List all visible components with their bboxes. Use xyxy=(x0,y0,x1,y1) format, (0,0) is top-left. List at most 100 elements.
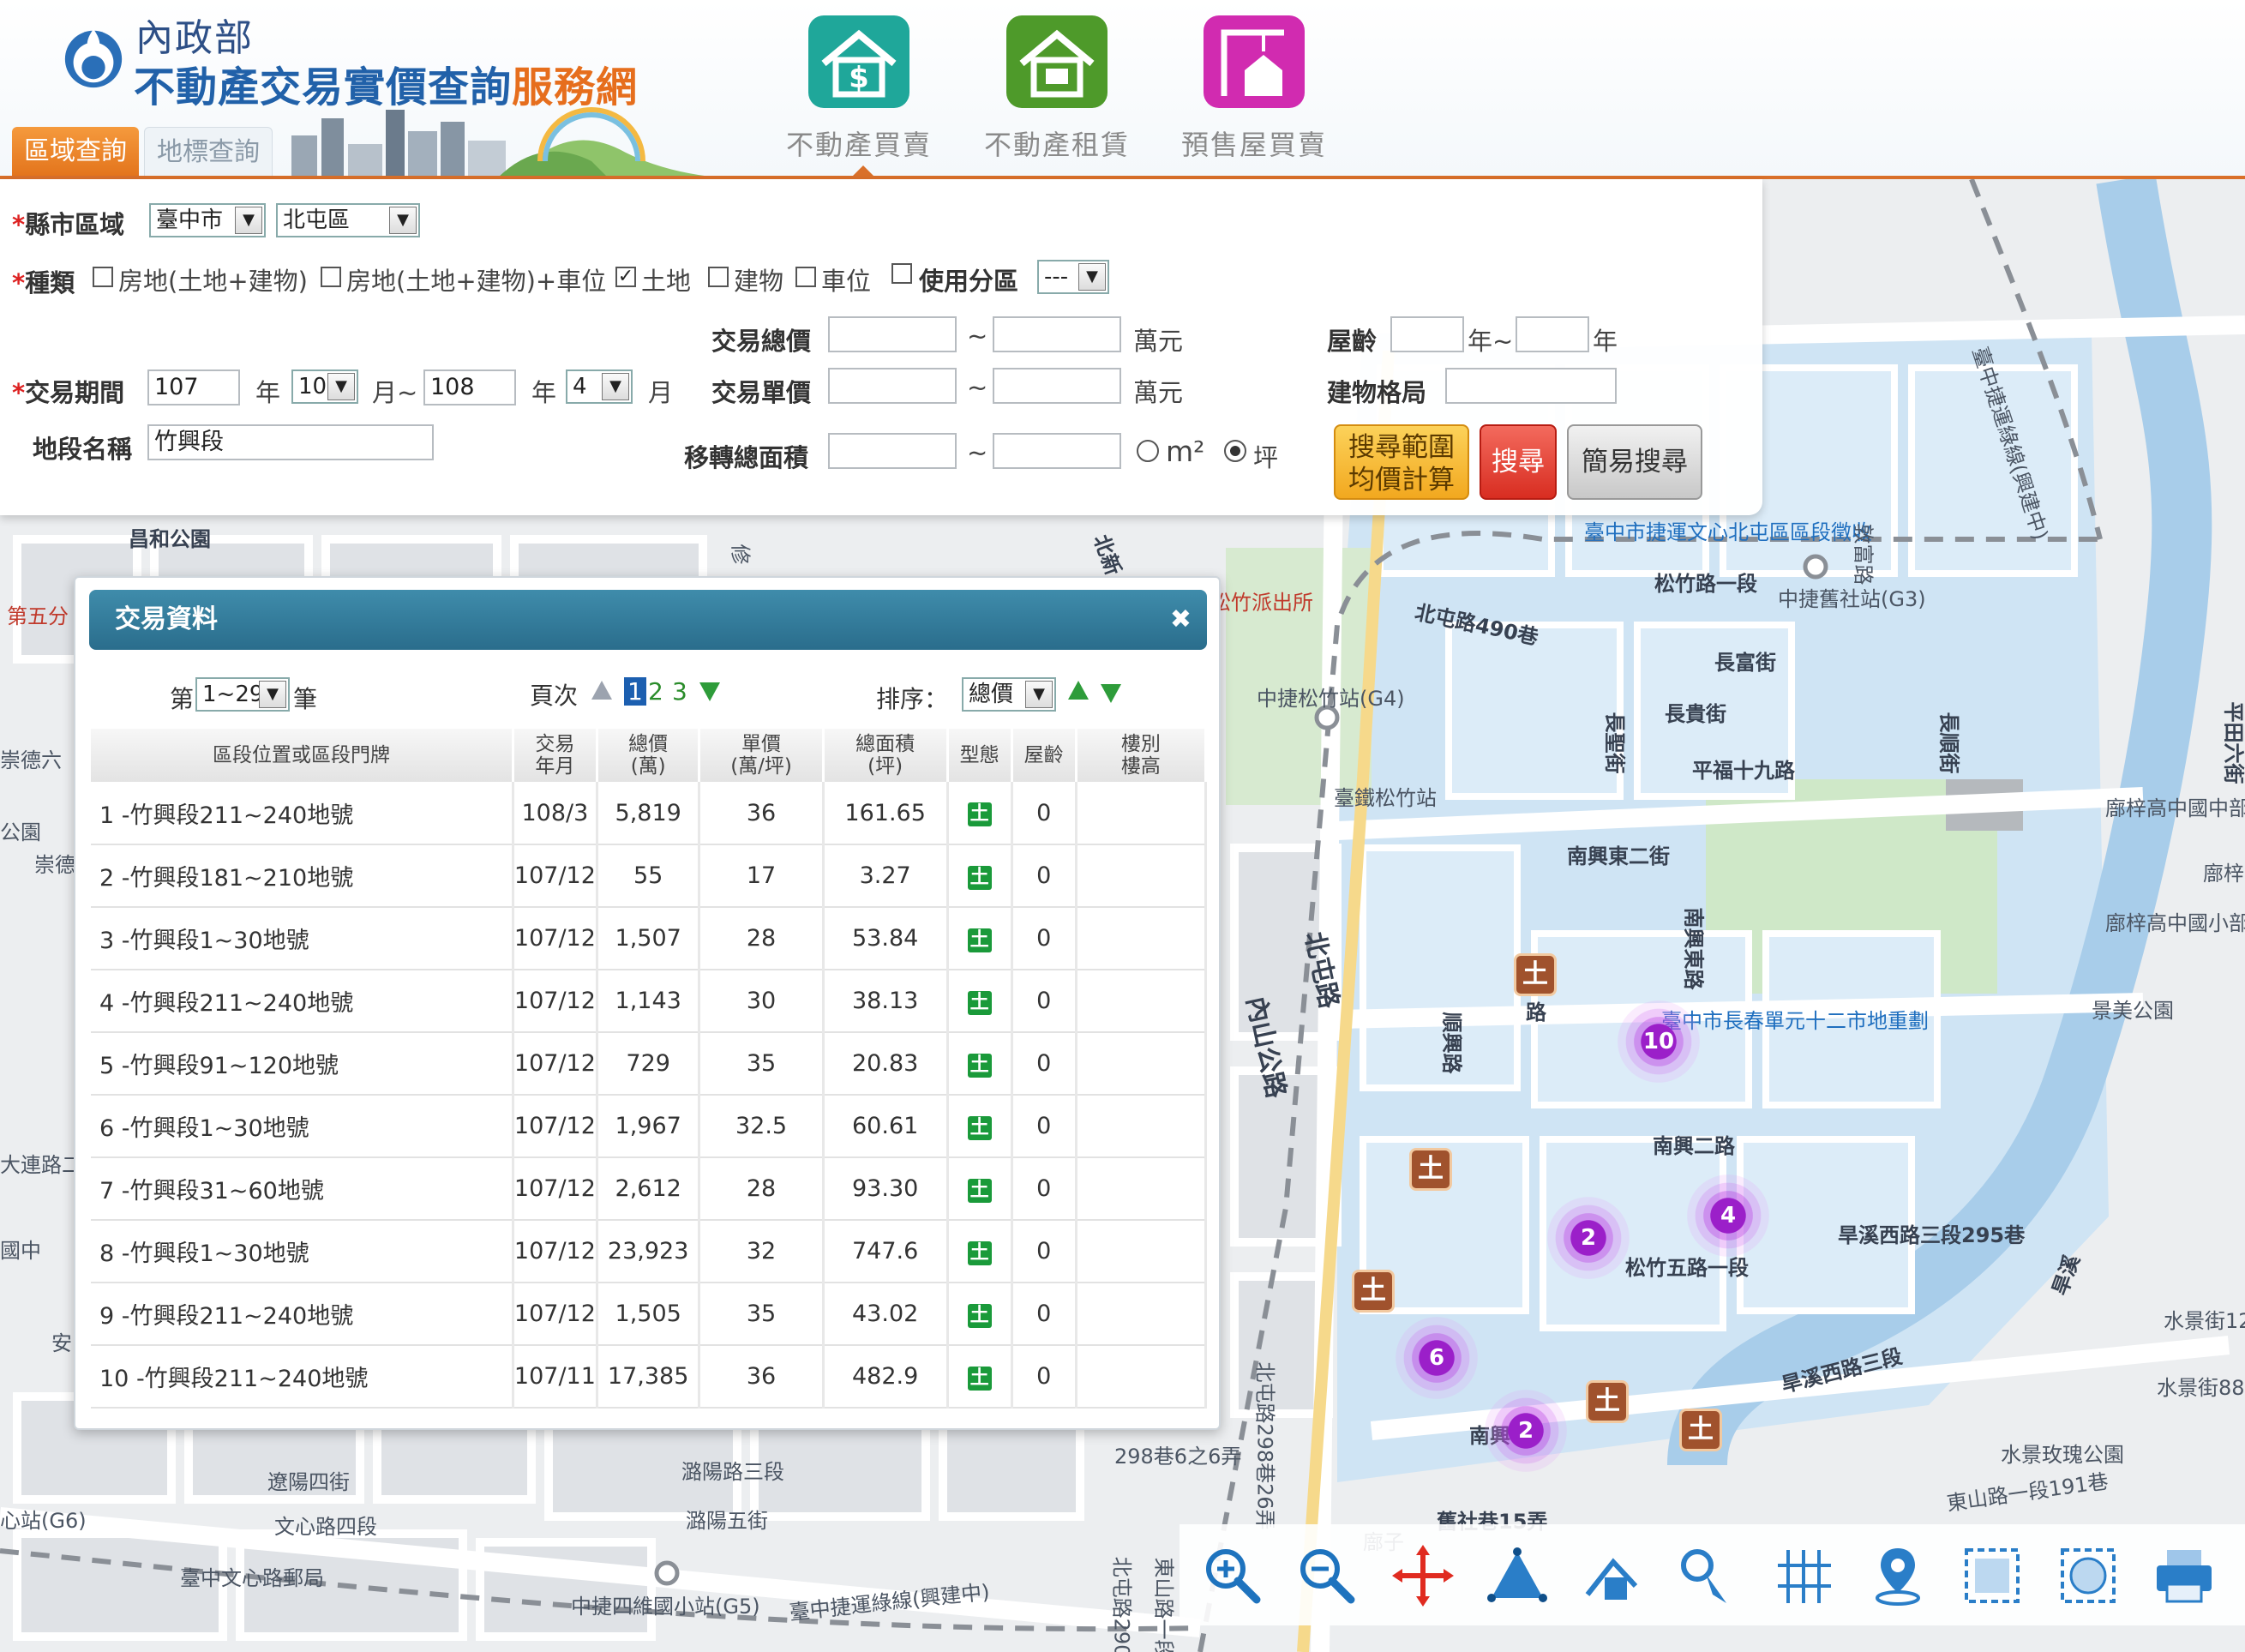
building-layout-input[interactable] xyxy=(1445,368,1617,404)
period-from-month-select[interactable]: 10 ▼ xyxy=(291,369,358,404)
cell-type: 土 xyxy=(947,1032,1013,1096)
cell-age: 0 xyxy=(1011,907,1077,970)
section-name-input[interactable]: 竹興段 xyxy=(147,424,434,460)
transaction-cluster-marker[interactable]: 2 xyxy=(1547,1197,1630,1279)
record-range-select[interactable]: 1~29 ▼ xyxy=(195,677,290,712)
column-header[interactable]: 交易 年月 xyxy=(513,729,598,782)
select-circle-icon[interactable] xyxy=(2056,1543,2121,1608)
cell-date: 107/12 xyxy=(513,1032,598,1096)
land-marker-icon[interactable]: 土 xyxy=(1514,953,1557,996)
column-header[interactable]: 總價 (萬) xyxy=(597,729,701,782)
nav-real-estate-sale[interactable]: $ 不動產買賣 xyxy=(782,14,936,168)
column-header[interactable]: 樓別 樓高 xyxy=(1076,729,1208,782)
unit-radio-m2[interactable] xyxy=(1137,440,1159,462)
cell-unit: 30 xyxy=(699,970,825,1033)
tab-region-search[interactable]: 區域查詢 xyxy=(12,127,139,177)
column-header[interactable]: 總面積 (坪) xyxy=(823,729,949,782)
cell-floor xyxy=(1076,1220,1208,1283)
nav-real-estate-rent[interactable]: 不動產租賃 xyxy=(980,14,1134,168)
close-icon[interactable]: ✖ xyxy=(1170,590,1192,650)
table-row[interactable]: 5 -竹興段91~120地號 107/12 729 35 20.83 土 0 xyxy=(91,1032,1208,1096)
unit-price-min-input[interactable] xyxy=(828,368,957,404)
table-row[interactable]: 7 -竹興段31~60地號 107/12 2,612 28 93.30 土 0 xyxy=(91,1157,1208,1221)
map-label: 大連路二 xyxy=(0,1153,82,1177)
land-marker-icon[interactable]: 土 xyxy=(1409,1148,1452,1191)
period-to-month-select[interactable]: 4 ▼ xyxy=(566,369,633,404)
sort-label: 排序： xyxy=(876,685,949,713)
identify-icon[interactable] xyxy=(1675,1543,1740,1608)
unit-radio-ping[interactable] xyxy=(1224,440,1246,462)
district-select[interactable]: 北屯區 ▼ xyxy=(276,203,420,237)
table-row[interactable]: 4 -竹興段211~240地號 107/12 1,143 30 38.13 土 0 xyxy=(91,970,1208,1033)
column-header[interactable]: 區段位置或區段門牌 xyxy=(91,729,514,782)
grid-icon[interactable] xyxy=(1771,1543,1836,1608)
page-link[interactable]: 3 xyxy=(672,677,687,706)
unit-price-max-input[interactable] xyxy=(993,368,1121,404)
map-label: 水景街126巷 xyxy=(2164,1309,2245,1333)
table-row[interactable]: 9 -竹興段211~240地號 107/12 1,505 35 43.02 土 0 xyxy=(91,1283,1208,1346)
table-row[interactable]: 8 -竹興段1~30地號 107/12 23,923 32 747.6 土 0 xyxy=(91,1220,1208,1283)
transaction-cluster-marker[interactable]: 10 xyxy=(1618,1000,1700,1083)
simple-search-button[interactable]: 簡易搜尋 xyxy=(1567,424,1702,500)
column-header[interactable]: 屋齡 xyxy=(1011,729,1077,782)
column-header[interactable]: 型態 xyxy=(947,729,1013,782)
land-marker-icon[interactable]: 土 xyxy=(1586,1380,1629,1423)
period-from-year-input[interactable]: 107 xyxy=(147,369,240,405)
sort-descending-icon[interactable] xyxy=(1101,684,1121,703)
type-checkbox-building[interactable] xyxy=(708,267,729,287)
land-marker-icon[interactable]: 土 xyxy=(1352,1270,1395,1313)
table-row[interactable]: 3 -竹興段1~30地號 107/12 1,507 28 53.84 土 0 xyxy=(91,907,1208,970)
total-price-max-input[interactable] xyxy=(993,316,1121,352)
table-row[interactable]: 1 -竹興段211~240地號 108/3 5,819 36 161.65 土 0 xyxy=(91,782,1208,845)
sort-select[interactable]: 總價 ▼ xyxy=(962,677,1056,712)
pan-icon[interactable] xyxy=(1390,1543,1456,1608)
area-min-input[interactable] xyxy=(828,433,957,469)
type-checkbox-house-land[interactable] xyxy=(93,267,113,287)
cell-type: 土 xyxy=(947,907,1013,970)
measure-distance-icon[interactable] xyxy=(1579,1543,1644,1608)
period-to-year-input[interactable]: 108 xyxy=(423,369,516,405)
range-average-button[interactable]: 搜尋範圍 均價計算 xyxy=(1334,424,1469,500)
table-row[interactable]: 10 -竹興段211~240地號 107/11 17,385 36 482.9 土 0 xyxy=(91,1345,1208,1409)
page-label: 頁次 xyxy=(530,682,579,710)
next-page-icon[interactable] xyxy=(699,682,720,701)
tab-landmark-search[interactable]: 地標查詢 xyxy=(144,127,273,177)
type-checkbox-land[interactable]: ✓ xyxy=(615,267,636,287)
print-icon[interactable] xyxy=(2152,1543,2217,1608)
table-row[interactable]: 6 -竹興段1~30地號 107/12 1,967 32.5 60.61 土 0 xyxy=(91,1095,1208,1158)
total-price-min-input[interactable] xyxy=(828,316,957,352)
column-header[interactable]: 單價 (萬/坪) xyxy=(699,729,825,782)
zoom-in-icon[interactable] xyxy=(1200,1543,1265,1608)
city-select[interactable]: 臺中市 ▼ xyxy=(149,203,266,237)
measure-area-icon[interactable] xyxy=(1485,1543,1550,1608)
map-label: 崇德 xyxy=(34,853,75,877)
transaction-cluster-marker[interactable]: 6 xyxy=(1396,1317,1478,1399)
sort-ascending-icon[interactable] xyxy=(1068,681,1089,700)
zoom-out-icon[interactable] xyxy=(1294,1543,1360,1608)
cell-total: 1,505 xyxy=(597,1283,701,1346)
transaction-panel-header[interactable]: 交易資料 ✖ xyxy=(89,590,1207,650)
locate-icon[interactable] xyxy=(1865,1543,1930,1608)
search-button[interactable]: 搜尋 xyxy=(1480,424,1557,500)
page-link[interactable]: 1 xyxy=(624,677,646,706)
land-marker-icon[interactable]: 土 xyxy=(1679,1409,1722,1451)
transaction-cluster-marker[interactable]: 4 xyxy=(1687,1174,1769,1257)
nav-presale-house[interactable]: 預售屋買賣 xyxy=(1177,14,1331,168)
age-max-input[interactable] xyxy=(1516,316,1589,352)
page-link[interactable]: 2 xyxy=(648,677,663,706)
table-row[interactable]: 2 -竹興段181~210地號 107/12 55 17 3.27 土 0 xyxy=(91,844,1208,908)
area-max-input[interactable] xyxy=(993,433,1121,469)
zoning-select[interactable]: --- ▼ xyxy=(1037,260,1109,294)
type-checkbox-parking[interactable] xyxy=(795,267,816,287)
cell-date: 107/12 xyxy=(513,1157,598,1221)
age-min-input[interactable] xyxy=(1390,316,1464,352)
map-label: 國中 xyxy=(0,1239,41,1263)
previous-page-icon[interactable] xyxy=(591,681,612,700)
cell-loc: 9 -竹興段211~240地號 xyxy=(91,1283,514,1346)
cell-area: 3.27 xyxy=(823,844,949,908)
transaction-cluster-marker[interactable]: 2 xyxy=(1485,1390,1567,1472)
select-rect-icon[interactable] xyxy=(1960,1543,2025,1608)
cell-loc: 4 -竹興段211~240地號 xyxy=(91,970,514,1033)
type-checkbox-house-land-parking[interactable] xyxy=(321,267,341,287)
zoning-checkbox[interactable] xyxy=(891,263,912,284)
